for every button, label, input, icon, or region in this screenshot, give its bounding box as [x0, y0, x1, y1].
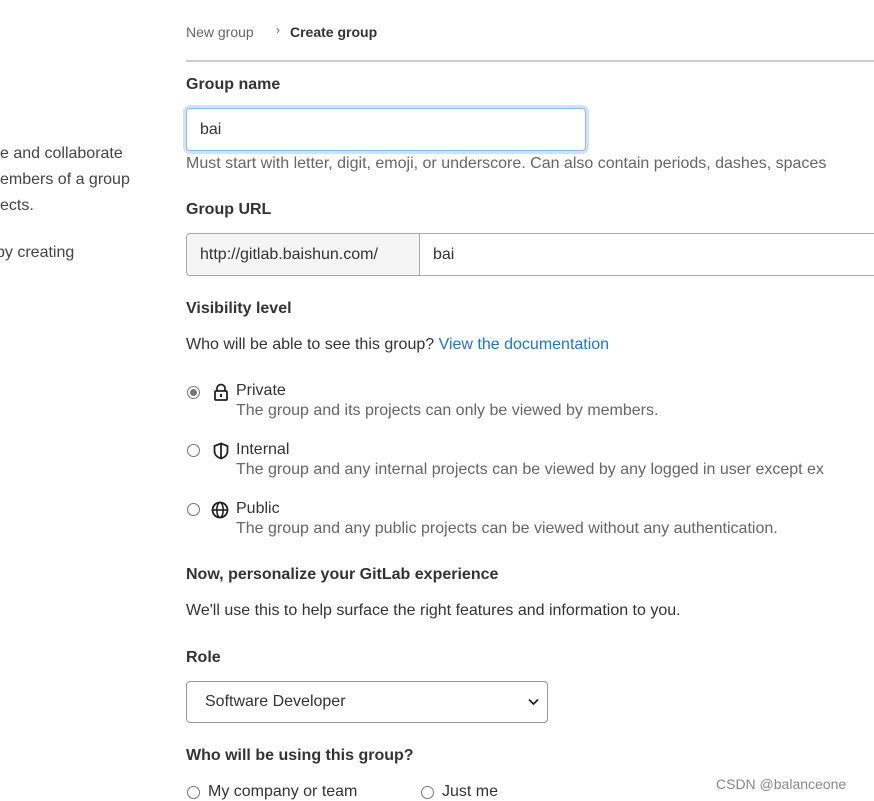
role-select[interactable]: Software Developer [186, 681, 548, 723]
visibility-option-label: Private [236, 382, 286, 399]
group-url-input[interactable]: bai [419, 233, 874, 276]
sidebar-description-line: ects. [0, 197, 34, 214]
visibility-radio-private[interactable] [187, 386, 200, 399]
personalize-subtitle: We'll use this to help surface the right… [186, 602, 681, 619]
breadcrumb-new-group[interactable]: New group [186, 24, 254, 40]
usage-radio-just-me[interactable] [421, 786, 434, 799]
role-selected-value: Software Developer [205, 693, 346, 710]
divider [186, 60, 874, 62]
visibility-option-description: The group and any public projects can be… [236, 520, 778, 537]
sidebar-description-line: by creating [0, 244, 75, 261]
visibility-option-label: Internal [236, 441, 290, 458]
visibility-option-description: The group and any internal projects can … [236, 461, 824, 478]
globe-icon [211, 501, 229, 519]
group-name-help: Must start with letter, digit, emoji, or… [186, 155, 827, 172]
visibility-radio-internal[interactable] [187, 444, 200, 457]
personalize-title: Now, personalize your GitLab experience [186, 566, 499, 583]
usage-option-label: My company or team [208, 783, 358, 800]
shield-icon [213, 442, 229, 460]
breadcrumb-separator-icon: › [276, 23, 280, 37]
chevron-down-icon [528, 698, 539, 706]
visibility-radio-public[interactable] [187, 503, 200, 516]
visibility-option-label: Public [236, 500, 280, 517]
visibility-question-text: Who will be able to see this group? [186, 336, 435, 353]
lock-icon [214, 383, 228, 401]
group-name-label: Group name [186, 76, 281, 93]
sidebar-description-line: e and collaborate [0, 145, 123, 162]
sidebar-description-line: embers of a group [0, 171, 130, 188]
group-name-input[interactable]: bai [186, 108, 586, 151]
usage-radio-company[interactable] [187, 786, 200, 799]
usage-option-label: Just me [442, 783, 499, 800]
role-label: Role [186, 649, 221, 666]
group-url-label: Group URL [186, 201, 272, 218]
usage-label: Who will be using this group? [186, 747, 414, 764]
watermark: CSDN @balanceone [716, 776, 847, 792]
visibility-question: Who will be able to see this group? View… [186, 336, 609, 354]
group-url-prefix: http://gitlab.baishun.com/ [186, 233, 420, 276]
visibility-option-description: The group and its projects can only be v… [236, 402, 659, 419]
documentation-link[interactable]: View the documentation [439, 336, 609, 353]
visibility-label: Visibility level [186, 300, 292, 317]
breadcrumb-current: Create group [290, 24, 378, 40]
